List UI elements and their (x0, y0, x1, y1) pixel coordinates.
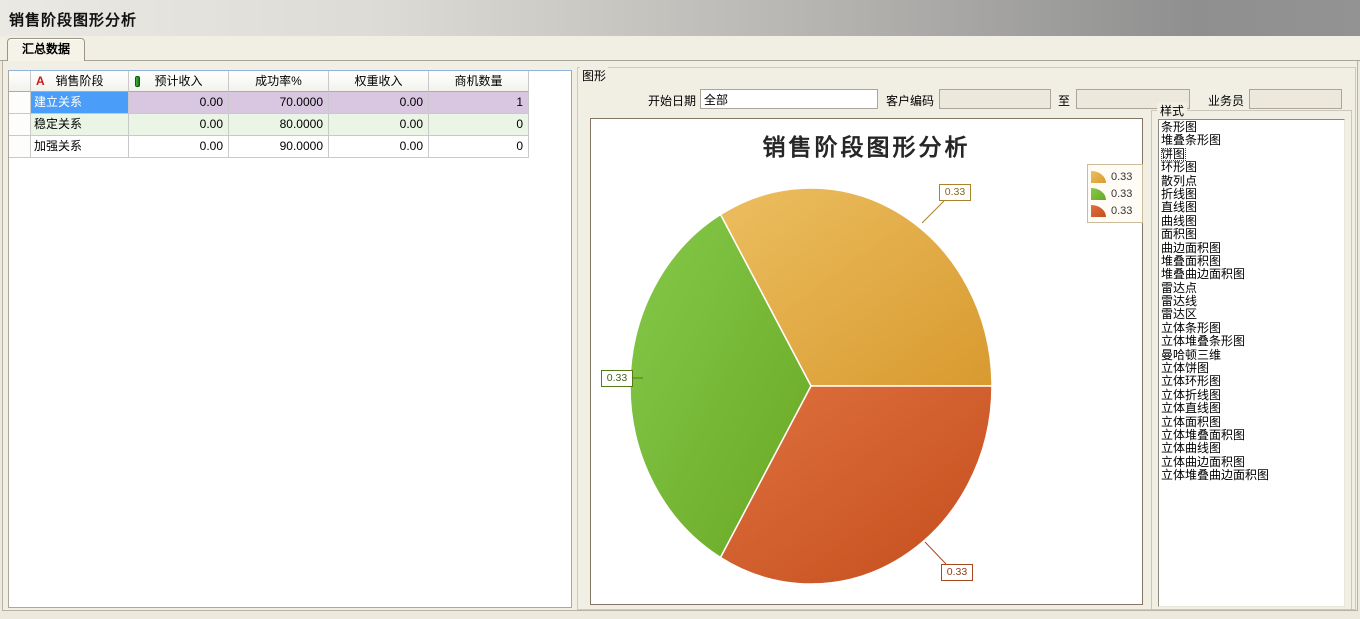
graph-group-label: 图形 (580, 67, 608, 84)
app-window: { "window": { "title": "销售阶段图形分析" }, "ta… (0, 0, 1360, 619)
summary-grid-panel: A 销售阶段 预计收入 成功率% 权重收入 商机数量 建立关系0.0070.00… (8, 70, 572, 608)
title-bar: 销售阶段图形分析 (0, 0, 1360, 36)
table-cell[interactable] (9, 92, 31, 114)
salesperson-input[interactable] (1249, 89, 1342, 109)
style-list-item[interactable]: 雷达线 (1161, 295, 1344, 308)
legend-value: 0.33 (1111, 205, 1132, 217)
style-group-label: 样式 (1157, 102, 1187, 119)
summary-grid: A 销售阶段 预计收入 成功率% 权重收入 商机数量 建立关系0.0070.00… (9, 71, 529, 158)
legend-value: 0.33 (1111, 171, 1132, 183)
pie-chart (591, 119, 1142, 604)
style-list-item[interactable]: 立体堆叠条形图 (1161, 335, 1344, 348)
customer-code-input[interactable] (939, 89, 1051, 109)
column-header-stage[interactable]: A 销售阶段 (31, 71, 129, 92)
grid-header-row: A 销售阶段 预计收入 成功率% 权重收入 商机数量 (9, 71, 529, 92)
style-list-item[interactable]: 直线图 (1161, 201, 1344, 214)
table-cell[interactable]: 0 (429, 136, 529, 158)
style-list-item[interactable]: 立体曲线图 (1161, 442, 1344, 455)
pie-callout-line (922, 201, 944, 223)
chart-legend: 0.33 0.33 0.33 (1087, 164, 1143, 223)
row-selector-header (9, 71, 31, 92)
grid-body: 建立关系0.0070.00000.001稳定关系0.0080.00000.000… (9, 92, 529, 158)
table-cell[interactable]: 1 (429, 92, 529, 114)
field-type-icon (135, 76, 140, 87)
style-list-item[interactable]: 堆叠面积图 (1161, 255, 1344, 268)
table-cell[interactable] (9, 114, 31, 136)
to-label: 至 (1054, 92, 1070, 108)
legend-swatch-icon (1091, 205, 1106, 217)
customer-code-label: 客户编码 (878, 92, 934, 108)
table-row[interactable]: 稳定关系0.0080.00000.000 (9, 114, 529, 136)
style-list-item[interactable]: 立体堆叠曲边面积图 (1161, 469, 1344, 482)
table-cell[interactable] (9, 136, 31, 158)
column-header-expected-revenue[interactable]: 预计收入 (129, 71, 229, 92)
chart-title: 销售阶段图形分析 (591, 128, 1142, 162)
style-list-item[interactable]: 条形图 (1161, 121, 1344, 134)
column-header-opportunity-count[interactable]: 商机数量 (429, 71, 529, 92)
start-date-label: 开始日期 (630, 92, 696, 108)
pie-callout-line (925, 542, 946, 564)
table-cell[interactable]: 0.00 (329, 114, 429, 136)
style-list-item[interactable]: 立体面积图 (1161, 416, 1344, 429)
page-title: 销售阶段图形分析 (9, 9, 137, 30)
table-cell[interactable]: 0.00 (329, 136, 429, 158)
column-header-weighted-revenue[interactable]: 权重收入 (329, 71, 429, 92)
pie-data-label: 0.33 (941, 564, 973, 581)
legend-swatch-icon (1091, 188, 1106, 200)
style-list-item[interactable]: 散列点 (1161, 175, 1344, 188)
style-list-item[interactable]: 折线图 (1161, 188, 1344, 201)
style-list-item[interactable]: 雷达区 (1161, 308, 1344, 321)
legend-entry: 0.33 (1091, 168, 1139, 185)
table-cell[interactable]: 90.0000 (229, 136, 329, 158)
legend-entry: 0.33 (1091, 202, 1139, 219)
table-cell[interactable]: 稳定关系 (31, 114, 129, 136)
style-list-item[interactable]: 环形图 (1161, 161, 1344, 174)
table-cell[interactable]: 加强关系 (31, 136, 129, 158)
salesperson-label: 业务员 (1202, 92, 1244, 108)
table-cell[interactable]: 80.0000 (229, 114, 329, 136)
table-row[interactable]: 建立关系0.0070.00000.001 (9, 92, 529, 114)
table-cell[interactable]: 0.00 (129, 136, 229, 158)
style-list-item[interactable]: 立体直线图 (1161, 402, 1344, 415)
pie-data-label: 0.33 (601, 370, 633, 387)
pie-data-label: 0.33 (939, 184, 971, 201)
style-list-item[interactable]: 曲边面积图 (1161, 242, 1344, 255)
column-header-success-rate[interactable]: 成功率% (229, 71, 329, 92)
tab-summary-data[interactable]: 汇总数据 (7, 38, 85, 61)
style-list-item[interactable]: 饼图 (1161, 148, 1186, 161)
table-row[interactable]: 加强关系0.0090.00000.000 (9, 136, 529, 158)
style-list-item[interactable]: 雷达点 (1161, 282, 1344, 295)
table-cell[interactable]: 70.0000 (229, 92, 329, 114)
start-date-input[interactable] (700, 89, 878, 109)
legend-value: 0.33 (1111, 188, 1132, 200)
table-cell[interactable]: 0.00 (329, 92, 429, 114)
table-cell[interactable]: 0.00 (129, 114, 229, 136)
legend-entry: 0.33 (1091, 185, 1139, 202)
style-list-item[interactable]: 面积图 (1161, 228, 1344, 241)
sort-a-icon: A (36, 71, 45, 91)
tab-strip: 汇总数据 (0, 36, 1360, 61)
table-cell[interactable]: 0.00 (129, 92, 229, 114)
style-list-item[interactable]: 曲线图 (1161, 215, 1344, 228)
chart-area: 销售阶段图形分析 0.33 0.33 0.33 0.33 0.33 0.33 (590, 118, 1143, 605)
table-cell[interactable]: 建立关系 (31, 92, 129, 114)
style-list-item[interactable]: 堆叠曲边面积图 (1161, 268, 1344, 281)
style-list-item[interactable]: 立体环形图 (1161, 375, 1344, 388)
style-list: 条形图堆叠条形图饼图环形图散列点折线图直线图曲线图面积图曲边面积图堆叠面积图堆叠… (1158, 119, 1345, 607)
style-list-item[interactable]: 堆叠条形图 (1161, 134, 1344, 147)
legend-swatch-icon (1091, 171, 1106, 183)
table-cell[interactable]: 0 (429, 114, 529, 136)
